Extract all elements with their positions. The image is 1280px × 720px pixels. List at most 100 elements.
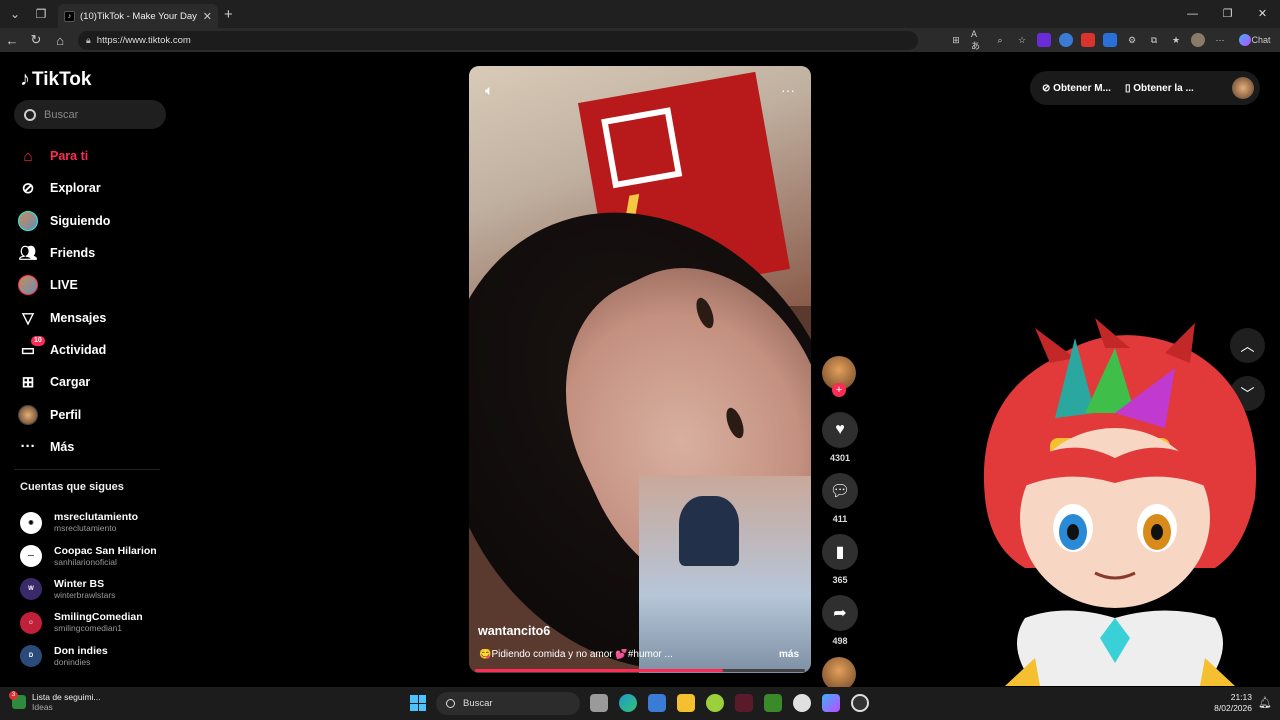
sidebar-item-friends[interactable]: 👥︎ Friends bbox=[18, 237, 110, 269]
sidebar-item-explorar[interactable]: ⊘ Explorar bbox=[18, 172, 110, 204]
account-handle: winterbrawlstars bbox=[54, 589, 116, 600]
chat-label: Chat bbox=[1251, 35, 1271, 45]
sidebar-item-label: Mensajes bbox=[50, 310, 107, 325]
sidebar-item-live[interactable]: LIVE bbox=[18, 269, 110, 301]
list-item[interactable]: ☺ SmilingComedian smilingcomedian1 bbox=[20, 606, 157, 639]
back-icon[interactable]: ← bbox=[0, 33, 24, 48]
media-app-icon[interactable] bbox=[735, 694, 753, 712]
top-right-bar: ⊘ Obtener M... ▯ Obtener la ... bbox=[1030, 71, 1260, 105]
taskbar-search-input[interactable]: Buscar bbox=[436, 692, 580, 715]
home-button-icon[interactable]: ⌂ bbox=[48, 33, 72, 48]
favorites-icon[interactable]: ★ bbox=[1169, 33, 1183, 47]
sidebar-item-label: Friends bbox=[50, 246, 96, 261]
extension-purple-icon[interactable] bbox=[1037, 33, 1051, 47]
coin-icon: ⊘ bbox=[1042, 82, 1054, 94]
get-app-button[interactable]: ⊘ Obtener M... bbox=[1042, 83, 1111, 94]
account-handle: smilingcomedian1 bbox=[54, 623, 123, 634]
extension-red-icon[interactable] bbox=[1081, 33, 1095, 47]
bookmark-icon[interactable]: ▮ bbox=[822, 534, 858, 570]
video-player[interactable]: 🔈︎ ··· wantancito6 😋Pidiendo comida y no… bbox=[469, 66, 811, 673]
search-icon bbox=[24, 108, 36, 121]
comment-icon[interactable]: 💬︎ bbox=[822, 473, 858, 509]
list-item[interactable]: W Winter BS winterbrawlstars bbox=[20, 573, 157, 606]
search-input[interactable]: Buscar bbox=[14, 100, 166, 129]
sidebar-item-mas[interactable]: ··· Más bbox=[18, 431, 110, 463]
account-avatar: W bbox=[20, 578, 42, 601]
minimize-button[interactable]: — bbox=[1175, 0, 1210, 28]
extension-blue-icon[interactable] bbox=[1059, 33, 1073, 47]
workspaces-icon[interactable]: ❐ bbox=[30, 3, 52, 25]
url-text: https://www.tiktok.com bbox=[96, 34, 191, 46]
new-tab-button[interactable]: + bbox=[224, 6, 233, 23]
taskbar-search-label: Buscar bbox=[463, 698, 493, 709]
start-menu-icon[interactable] bbox=[410, 695, 426, 711]
share-count: 498 bbox=[832, 636, 848, 646]
tennis-app-icon[interactable] bbox=[706, 694, 724, 712]
sidebar-item-para-ti[interactable]: ⌂ Para ti bbox=[18, 140, 110, 172]
obs-app-icon[interactable] bbox=[851, 694, 869, 712]
profile-avatar-icon[interactable] bbox=[1191, 33, 1205, 47]
volume-icon[interactable]: 🔈︎ bbox=[485, 82, 493, 99]
close-window-button[interactable]: ✕ bbox=[1245, 0, 1280, 28]
close-tab-icon[interactable]: ✕ bbox=[203, 10, 212, 23]
sidebar-item-actividad[interactable]: ▭ 10 Actividad bbox=[18, 334, 110, 366]
minecraft-icon[interactable] bbox=[764, 694, 782, 712]
list-item[interactable]: D Don indies donindies bbox=[20, 640, 157, 673]
copilot-chat-button[interactable]: Chat bbox=[1235, 33, 1272, 47]
account-handle: sanhilarionoficial bbox=[54, 556, 117, 567]
sidebar-menu: ⌂ Para ti ⊘ Explorar Siguiendo 👥︎ Friend… bbox=[18, 140, 110, 463]
video-caption: 😋Pidiendo comida y no amor 💕#humor ... m… bbox=[479, 649, 799, 660]
edge-browser-icon[interactable] bbox=[619, 694, 637, 712]
address-bar-row: ← ↻ ⌂ 🔒︎ https://www.tiktok.com ⊞ Aあ ⌕ ☆… bbox=[0, 28, 1280, 52]
sidebar-item-siguiendo[interactable]: Siguiendo bbox=[18, 205, 110, 237]
user-avatar[interactable] bbox=[1232, 77, 1254, 99]
task-view-icon[interactable] bbox=[590, 694, 608, 712]
account-name: Coopac San Hilarion bbox=[54, 544, 157, 557]
sidebar-item-cargar[interactable]: ⊞ Cargar bbox=[18, 366, 110, 398]
notifications-bell-icon[interactable]: 🔔︎ bbox=[1258, 696, 1272, 709]
copilot-app-icon[interactable] bbox=[822, 694, 840, 712]
split-screen-icon[interactable]: ⧉ bbox=[1147, 33, 1161, 47]
tiktok-logo[interactable]: ♪ TikTok bbox=[20, 68, 91, 91]
sidebar-item-label: LIVE bbox=[50, 278, 78, 293]
extensions-puzzle-icon[interactable]: ⚙ bbox=[1125, 33, 1139, 47]
music-disc-avatar[interactable] bbox=[822, 657, 856, 691]
store-icon[interactable] bbox=[648, 694, 666, 712]
follow-plus-icon[interactable]: + bbox=[832, 383, 846, 397]
video-progress-bar[interactable] bbox=[475, 669, 805, 672]
read-aloud-icon[interactable]: Aあ bbox=[971, 29, 985, 51]
tab-actions-icon[interactable]: ⌄ bbox=[4, 3, 26, 25]
system-clock[interactable]: 21:13 8/02/2026 bbox=[1210, 692, 1252, 714]
sidebar-item-perfil[interactable]: Perfil bbox=[18, 398, 110, 430]
search-icon bbox=[446, 699, 455, 708]
url-field[interactable]: 🔒︎ https://www.tiktok.com bbox=[78, 30, 918, 50]
refresh-icon[interactable]: ↻ bbox=[24, 32, 48, 48]
maximize-button[interactable]: ❐ bbox=[1210, 0, 1245, 28]
widgets-button[interactable]: 3 Lista de seguimi... Ideas bbox=[9, 691, 101, 712]
translate-icon[interactable] bbox=[1103, 33, 1117, 47]
share-icon[interactable]: ➦ bbox=[822, 595, 858, 631]
get-mobile-button[interactable]: ▯ Obtener la ... bbox=[1125, 83, 1194, 94]
more-icon: ··· bbox=[20, 438, 36, 456]
favorite-star-icon[interactable]: ☆ bbox=[1015, 33, 1029, 47]
file-explorer-icon[interactable] bbox=[677, 694, 695, 712]
video-username[interactable]: wantancito6 bbox=[478, 624, 550, 638]
app-available-icon[interactable]: ⊞ bbox=[949, 33, 963, 47]
widget-subtitle: Ideas bbox=[32, 702, 53, 712]
list-item[interactable]: ◉ msreclutamiento msreclutamiento bbox=[20, 506, 157, 539]
heart-icon[interactable]: ♥ bbox=[822, 412, 858, 448]
account-name: Winter BS bbox=[54, 577, 105, 590]
zoom-icon[interactable]: ⌕ bbox=[993, 33, 1007, 47]
browser-tab-tiktok[interactable]: ♪ (10)TikTok - Make Your Day ✕ bbox=[58, 4, 218, 28]
list-item[interactable]: — Coopac San Hilarion sanhilarionoficial bbox=[20, 539, 157, 572]
sidebar-item-mensajes[interactable]: ▽ Mensajes bbox=[18, 301, 110, 333]
activity-badge: 10 bbox=[31, 335, 45, 346]
discord-icon[interactable] bbox=[793, 694, 811, 712]
caption-more-button[interactable]: más bbox=[779, 649, 799, 660]
settings-more-icon[interactable]: ··· bbox=[1213, 33, 1227, 47]
profile-avatar bbox=[18, 404, 38, 425]
live-avatar bbox=[18, 275, 38, 296]
video-more-icon[interactable]: ··· bbox=[781, 82, 795, 99]
caption-text: 😋Pidiendo comida y no amor 💕#humor ... bbox=[479, 649, 673, 660]
creator-avatar[interactable]: + bbox=[822, 356, 856, 397]
